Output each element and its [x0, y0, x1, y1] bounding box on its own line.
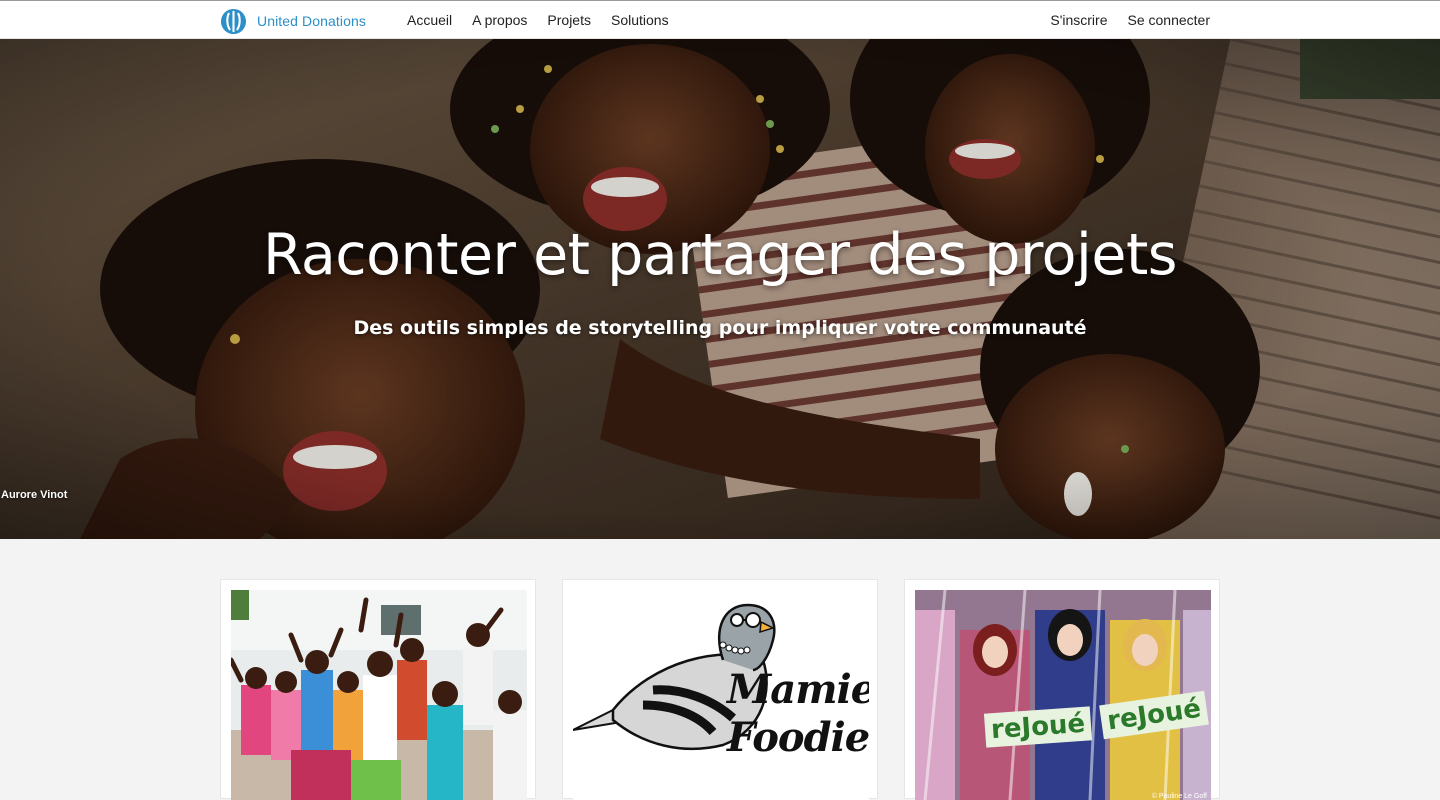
hero-subtitle: Des outils simples de storytelling pour … — [353, 317, 1087, 339]
nav-item-accueil[interactable]: Accueil — [407, 12, 452, 28]
main-nav: Accueil A propos Projets Solutions — [407, 1, 689, 39]
brand-home-link[interactable]: United Donations — [220, 7, 366, 35]
project-thumbnail-rejoue[interactable]: reJoué reJoué © Pauline Le Goff — [915, 590, 1211, 800]
project-card-3[interactable]: reJoué reJoué © Pauline Le Goff — [904, 579, 1220, 800]
hero-banner: Raconter et partager des projets Des out… — [0, 39, 1440, 539]
brand-name: United Donations — [257, 13, 366, 29]
mamie-foodie-logo-text-line1: Mamie — [727, 666, 869, 713]
project-thumbnail-children[interactable] — [231, 590, 527, 800]
nav-item-solutions[interactable]: Solutions — [611, 12, 669, 28]
account-nav: S'inscrire Se connecter — [1050, 1, 1210, 39]
image-credit: © Pauline Le Goff — [1151, 793, 1207, 800]
project-card-2[interactable]: Mamie Foodie — [562, 579, 878, 800]
projects-section: Mamie Foodie reJoué reJoué © Pauline Le … — [0, 539, 1440, 800]
nav-item-a-propos[interactable]: A propos — [472, 12, 527, 28]
signup-link[interactable]: S'inscrire — [1050, 12, 1107, 28]
photo-credit: Aurore Vinot — [1, 489, 68, 501]
project-card-1[interactable] — [220, 579, 536, 800]
children-group-photo — [231, 590, 527, 800]
top-navigation-bar: United Donations Accueil A propos Projet… — [0, 0, 1440, 39]
login-link[interactable]: Se connecter — [1128, 12, 1211, 28]
united-donations-logo-icon — [220, 8, 247, 34]
nav-item-projets[interactable]: Projets — [547, 12, 591, 28]
hero-title: Raconter et partager des projets — [262, 222, 1178, 288]
project-thumbnail-mamie-foodie[interactable]: Mamie Foodie — [573, 590, 869, 800]
mamie-foodie-logo-text-line2: Foodie — [727, 714, 869, 761]
hero-photo-children-laughing — [0, 39, 1440, 539]
